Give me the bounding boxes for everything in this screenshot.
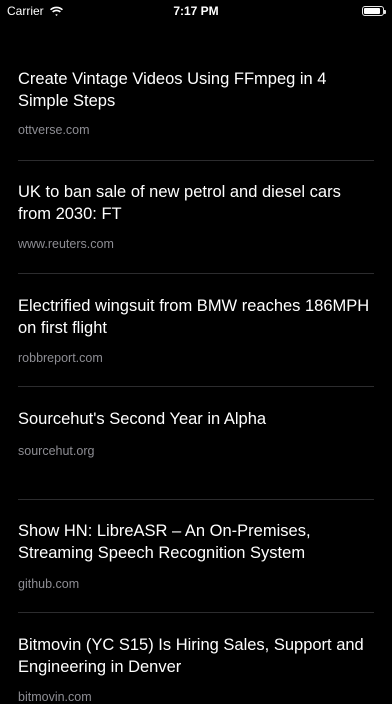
divider [18,273,374,274]
divider [18,612,374,613]
story-domain: www.reuters.com [18,237,114,251]
story-title[interactable]: Electrified wingsuit from BMW reaches 18… [18,295,374,339]
story-domain: github.com [18,577,80,591]
story-title[interactable]: Bitmovin (YC S15) Is Hiring Sales, Suppo… [18,634,374,678]
divider [18,160,374,161]
story-domain: sourcehut.org [18,444,95,458]
story-domain: ottverse.com [18,123,90,137]
list-item[interactable]: Bitmovin (YC S15) Is Hiring Sales, Suppo… [18,634,374,704]
list-item[interactable]: Show HN: LibreASR – An On-Premises, Stre… [18,520,374,600]
status-bar: Carrier 7:17 PM [0,0,392,22]
divider [18,499,374,500]
list-item[interactable]: UK to ban sale of new petrol and diesel … [18,181,374,261]
list-item[interactable]: Create Vintage Videos Using FFmpeg in 4 … [18,68,374,148]
story-domain: robbreport.com [18,351,103,365]
battery-cap [384,9,386,14]
story-title[interactable]: UK to ban sale of new petrol and diesel … [18,181,374,225]
battery-level [364,8,381,14]
story-title[interactable]: Create Vintage Videos Using FFmpeg in 4 … [18,68,374,112]
divider [18,386,374,387]
list-item[interactable]: Electrified wingsuit from BMW reaches 18… [18,295,374,375]
story-domain: bitmovin.com [18,690,92,704]
list-item[interactable]: Sourcehut's Second Year in Alpha sourceh… [18,408,374,468]
story-title[interactable]: Show HN: LibreASR – An On-Premises, Stre… [18,520,374,564]
story-title[interactable]: Sourcehut's Second Year in Alpha [18,408,374,430]
status-time: 7:17 PM [173,4,219,18]
battery-icon [362,6,386,16]
